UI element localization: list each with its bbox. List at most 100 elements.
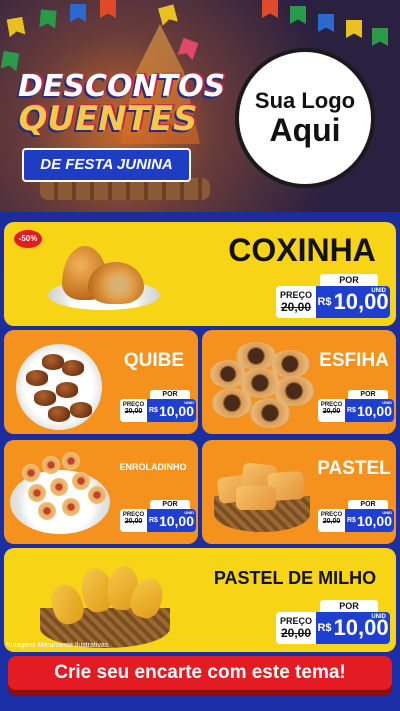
product-name: QUIBE (123, 350, 185, 371)
currency: R$ (317, 622, 332, 634)
currency: R$ (149, 517, 158, 524)
product-name: COXINHA (228, 232, 376, 268)
logo-placeholder[interactable]: Sua Logo Aqui (235, 48, 375, 188)
product-card-quibe[interactable]: QUIBE POR PREÇO 20,00 R$ 10,00 UNID (4, 330, 198, 434)
price-tag: POR PREÇO 20,00 R$ 10,00 UNID (276, 600, 390, 646)
new-price: R$ 10,00 UNID (147, 399, 196, 422)
flag-icon (100, 0, 116, 18)
por-label: POR (320, 600, 378, 612)
currency: R$ (347, 407, 356, 414)
kibe-icon (70, 402, 92, 418)
product-name: PASTEL DE MILHO (213, 568, 377, 588)
por-label: POR (348, 390, 388, 399)
product-card-enroladinho[interactable]: ENROLADINHO POR PREÇO 20,00 R$ 10,00 UNI… (4, 440, 198, 544)
old-price-value: 20,00 (322, 518, 341, 525)
por-label: POR (150, 500, 190, 509)
flag-icon (372, 28, 388, 46)
old-price: PREÇO 20,00 (120, 509, 147, 532)
currency: R$ (149, 407, 158, 414)
kibe-icon (62, 360, 84, 376)
kibe-icon (48, 406, 70, 422)
old-price: PREÇO 20,00 (318, 509, 345, 532)
unit-label: UNID (382, 510, 392, 515)
enroladinho-icon (28, 484, 46, 502)
headline-subtitle: DE FESTA JUNINA (22, 148, 191, 182)
flag-icon (7, 17, 26, 38)
pastel-icon (236, 486, 276, 510)
price-box: PREÇO 20,00 R$ 10,00 UNID (276, 612, 390, 644)
new-price: R$ 10,00 UNID (345, 399, 394, 422)
flag-icon (177, 38, 198, 60)
enroladinho-icon (72, 472, 90, 490)
headline-line1: DESCONTOS (18, 69, 226, 104)
unit-label: UNID (371, 614, 386, 620)
product-name: PASTEL (317, 458, 391, 479)
flag-icon (158, 4, 178, 26)
enroladinho-icon (50, 478, 68, 496)
price-tag: POR PREÇO 20,00 R$ 10,00 UNID (120, 390, 196, 424)
product-card-coxinha[interactable]: -50% COXINHA POR PREÇO 20,00 R$ 10,00 UN… (4, 222, 396, 326)
enroladinho-icon (22, 464, 40, 482)
enroladinho-icon (62, 452, 80, 470)
por-label: POR (348, 500, 388, 509)
header-banner: DESCONTOS QUENTES DE FESTA JUNINA Sua Lo… (0, 0, 400, 212)
festa-flags (0, 0, 400, 60)
product-card-pastel[interactable]: PASTEL POR PREÇO 20,00 R$ 10,00 UNID (202, 440, 396, 544)
enroladinho-icon (38, 502, 56, 520)
old-price-value: 20,00 (322, 408, 341, 415)
old-price: PREÇO 20,00 (318, 399, 345, 422)
esfiha-icon (212, 388, 252, 418)
esfiha-icon (250, 398, 290, 428)
discount-badge: -50% (14, 230, 42, 248)
unit-label: UNID (382, 400, 392, 405)
flag-icon (318, 14, 334, 32)
headline: DESCONTOS QUENTES (18, 69, 226, 137)
unit-label: UNID (184, 400, 194, 405)
new-price: R$ 10,00 UNID (316, 286, 390, 318)
flyer: DESCONTOS QUENTES DE FESTA JUNINA Sua Lo… (0, 0, 400, 711)
preco-label: PREÇO (279, 616, 312, 626)
price-box: PREÇO 20,00 R$ 10,00 UNID (318, 399, 394, 422)
flag-icon (346, 20, 362, 38)
unit-label: UNID (371, 288, 386, 294)
kibe-icon (34, 390, 56, 406)
product-name: ESFIHA (319, 350, 389, 371)
flag-icon (70, 4, 86, 22)
currency: R$ (347, 517, 356, 524)
por-label: POR (150, 390, 190, 399)
old-price: PREÇO 20,00 (276, 286, 316, 318)
flag-icon (39, 9, 57, 28)
cta-button[interactable]: Crie seu encarte com este tema! (8, 656, 392, 690)
logo-line1: Sua Logo (254, 88, 356, 114)
new-price: R$ 10,00 UNID (147, 509, 196, 532)
price-box: PREÇO 20,00 R$ 10,00 UNID (318, 509, 394, 532)
product-name: ENROLADINHO (119, 462, 187, 472)
price-tag: POR PREÇO 20,00 R$ 10,00 UNID (318, 500, 394, 534)
product-card-pastel-de-milho[interactable]: PASTEL DE MILHO POR PREÇO 20,00 R$ 10,00… (4, 548, 396, 652)
logo-line2: Aqui (269, 112, 341, 149)
por-label: POR (320, 274, 378, 286)
new-price: R$ 10,00 UNID (316, 612, 390, 644)
product-card-esfiha[interactable]: ESFIHA POR PREÇO 20,00 R$ 10,00 UNID (202, 330, 396, 434)
flag-icon (290, 6, 306, 24)
coxinha-icon (88, 262, 144, 304)
preco-label: PREÇO (279, 290, 312, 300)
old-price-value: 20,00 (124, 518, 143, 525)
price-box: PREÇO 20,00 R$ 10,00 UNID (120, 399, 196, 422)
enroladinho-icon (62, 498, 80, 516)
enroladinho-icon (42, 456, 60, 474)
price-box: PREÇO 20,00 R$ 10,00 UNID (276, 286, 390, 318)
old-price-value: 20,00 (280, 626, 312, 640)
enroladinho-icon (88, 486, 106, 504)
kibe-icon (42, 354, 64, 370)
flag-icon (1, 51, 20, 72)
currency: R$ (317, 296, 332, 308)
unit-label: UNID (184, 510, 194, 515)
flag-icon (262, 0, 278, 18)
price-box: PREÇO 20,00 R$ 10,00 UNID (120, 509, 196, 532)
old-price: PREÇO 20,00 (120, 399, 147, 422)
old-price-value: 20,00 (280, 300, 312, 314)
disclaimer: *Imagens Meramente Ilustrativas (6, 642, 109, 649)
new-price: R$ 10,00 UNID (345, 509, 394, 532)
kibe-icon (26, 370, 48, 386)
